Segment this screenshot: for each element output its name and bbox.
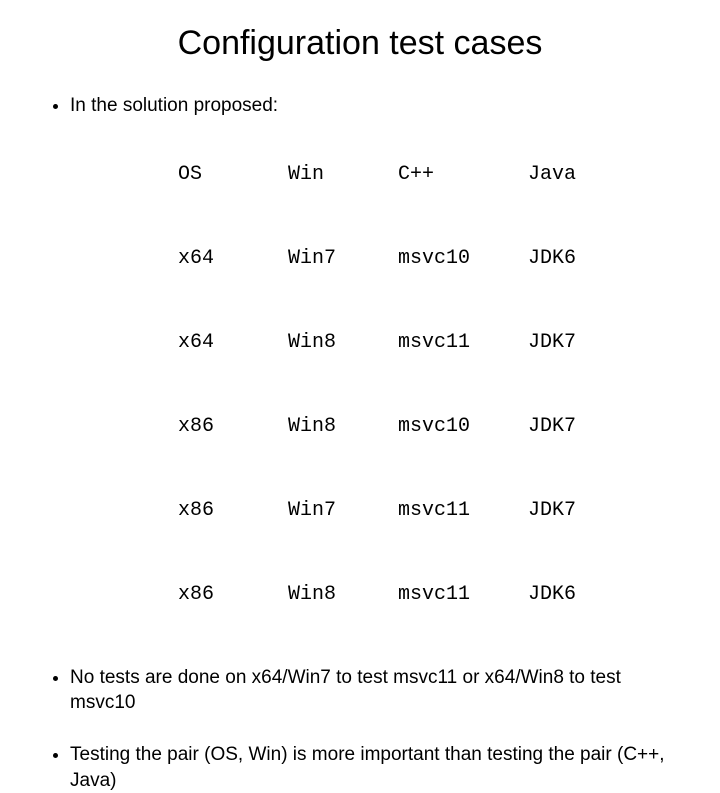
cell-win: Win8 [288, 329, 398, 357]
table-row: x86Win8msvc11JDK6 [106, 553, 672, 637]
cell-java: JDK6 [528, 581, 618, 609]
bullet-no-tests: No tests are done on x64/Win7 to test ms… [70, 665, 672, 716]
cell-java: JDK7 [528, 413, 618, 441]
slide-title: Configuration test cases [48, 24, 672, 63]
cell-win: Win7 [288, 497, 398, 525]
table-header-row: OSWinC++Java [106, 133, 672, 217]
header-os: OS [178, 161, 288, 189]
cell-java: JDK6 [528, 245, 618, 273]
table-row: x64Win8msvc11JDK7 [106, 301, 672, 385]
table-row: x86Win8msvc10JDK7 [106, 385, 672, 469]
bullet-list-2: No tests are done on x64/Win7 to test ms… [70, 665, 672, 793]
header-java: Java [528, 161, 618, 189]
header-cpp: C++ [398, 161, 528, 189]
cell-cpp: msvc11 [398, 581, 528, 609]
cell-os: x64 [178, 245, 288, 273]
cell-win: Win8 [288, 581, 398, 609]
header-win: Win [288, 161, 398, 189]
bullet-pair-importance: Testing the pair (OS, Win) is more impor… [70, 742, 672, 793]
bullet-list: In the solution proposed: [70, 93, 672, 119]
cell-os: x64 [178, 329, 288, 357]
table-row: x64Win7msvc10JDK6 [106, 217, 672, 301]
cell-win: Win8 [288, 413, 398, 441]
bullet-intro: In the solution proposed: [70, 93, 672, 119]
config-table: OSWinC++Java x64Win7msvc10JDK6 x64Win8ms… [106, 133, 672, 637]
cell-java: JDK7 [528, 329, 618, 357]
cell-cpp: msvc11 [398, 329, 528, 357]
cell-java: JDK7 [528, 497, 618, 525]
table-row: x86Win7msvc11JDK7 [106, 469, 672, 553]
cell-cpp: msvc10 [398, 245, 528, 273]
cell-cpp: msvc11 [398, 497, 528, 525]
cell-os: x86 [178, 581, 288, 609]
cell-os: x86 [178, 413, 288, 441]
cell-cpp: msvc10 [398, 413, 528, 441]
cell-win: Win7 [288, 245, 398, 273]
cell-os: x86 [178, 497, 288, 525]
slide: Configuration test cases In the solution… [0, 0, 720, 540]
